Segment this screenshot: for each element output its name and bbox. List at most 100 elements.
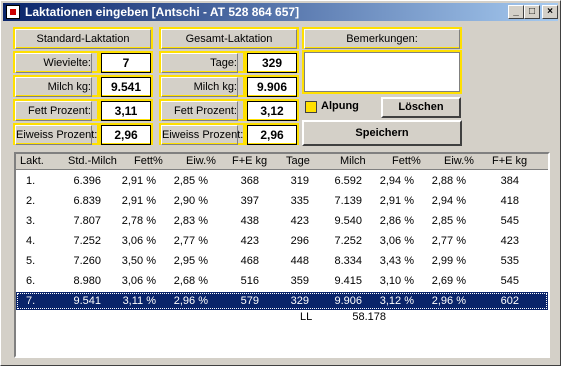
table-cell: 2,69 % [431, 275, 466, 287]
std-eiweiss-field[interactable]: 2,96 [99, 123, 153, 145]
table-cell: 545 [500, 215, 519, 227]
table-row[interactable]: 5. 7.260 3,50 % 2,95 % 468 448 8.334 3,43 % 2,99… [16, 252, 548, 270]
table-cell: 7. [26, 295, 36, 307]
table-row[interactable]: 4. 7.252 3,06 % 2,77 % 423 296 7.252 3,06 % 2,77… [16, 232, 548, 250]
column-header[interactable]: F+E kg [232, 154, 267, 169]
bemerkungen-header: Bemerkungen: [302, 27, 462, 49]
table-cell: 7.807 [73, 215, 101, 227]
std-eiweiss-label: Eiweiss Prozent: [13, 123, 99, 145]
summary-label: LL [300, 311, 313, 323]
ges-fett-field[interactable]: 3,12 [245, 99, 299, 121]
table-cell: 2,86 % [379, 215, 414, 227]
close-button[interactable]: × [542, 5, 558, 19]
table-row[interactable]: 6. 8.980 3,06 % 2,68 % 516 359 9.415 3,10 % 2,69… [16, 272, 548, 290]
table-cell: 9.415 [334, 275, 362, 287]
standard-laktation-header: Standard-Laktation [13, 27, 153, 49]
table-cell: 3,43 % [379, 255, 414, 267]
column-header[interactable]: Fett% [392, 154, 421, 169]
speichern-button[interactable]: Speichern [302, 120, 462, 146]
std-milch-field[interactable]: 9.541 [99, 75, 153, 97]
column-header[interactable]: Tage [286, 154, 310, 169]
minimize-button[interactable]: _ [508, 5, 524, 19]
table-cell: 438 [240, 215, 259, 227]
table-cell: 319 [290, 175, 309, 187]
ges-milch-label: Milch kg: [159, 75, 245, 97]
table-cell: 2,96 % [173, 295, 208, 307]
column-header[interactable]: Eiw.% [186, 154, 216, 169]
table-cell: 3,50 % [121, 255, 156, 267]
std-fett-field[interactable]: 3,11 [99, 99, 153, 121]
table-cell: 448 [290, 255, 309, 267]
table-cell: 2,94 % [379, 175, 414, 187]
table-cell: 6.592 [334, 175, 362, 187]
column-header[interactable]: Std.-Milch [68, 154, 117, 169]
table-row[interactable]: 3. 7.807 2,78 % 2,83 % 438 423 9.540 2,86 % 2,85… [16, 212, 548, 230]
table-cell: 423 [500, 235, 519, 247]
ges-fett-label: Fett Prozent: [159, 99, 245, 121]
summary-value: 58.178 [352, 311, 386, 323]
table-cell: 2,91 % [121, 195, 156, 207]
table-cell: 579 [240, 295, 259, 307]
table-cell: 9.540 [334, 215, 362, 227]
table-cell: 3,12 % [379, 295, 414, 307]
ges-milch-field[interactable]: 9.906 [245, 75, 299, 97]
alpung-checkbox[interactable] [305, 101, 317, 113]
table-cell: 397 [240, 195, 259, 207]
table-cell: 2,91 % [379, 195, 414, 207]
table-cell: 368 [240, 175, 259, 187]
table-cell: 2,85 % [173, 175, 208, 187]
table-cell: 384 [500, 175, 519, 187]
table-cell: 7.252 [334, 235, 362, 247]
table-cell: 3. [26, 215, 36, 227]
wievielte-label: Wievielte: [13, 51, 99, 73]
table-cell: 6. [26, 275, 36, 287]
table-cell: 3,06 % [379, 235, 414, 247]
maximize-button[interactable]: □ [524, 5, 540, 19]
table-cell: 423 [290, 215, 309, 227]
table-cell: 602 [500, 295, 519, 307]
table-cell: 8.334 [334, 255, 362, 267]
table-cell: 2,77 % [173, 235, 208, 247]
table-header: Lakt. Std.-Milch Fett% Eiw.% F+E kg Tage Milch… [16, 154, 548, 170]
table-cell: 535 [500, 255, 519, 267]
table-cell: 2,77 % [431, 235, 466, 247]
table-row[interactable]: 1. 6.396 2,91 % 2,85 % 368 319 6.592 2,94 % 2,88… [16, 172, 548, 190]
bemerkungen-memo [302, 50, 462, 94]
table-cell: 2,68 % [173, 275, 208, 287]
column-header[interactable]: F+E kg [492, 154, 527, 169]
table-cell: 9.541 [73, 295, 101, 307]
wievielte-field[interactable]: 7 [99, 51, 153, 73]
table-cell: 6.839 [73, 195, 101, 207]
laktationen-table[interactable]: Lakt. Std.-Milch Fett% Eiw.% F+E kg Tage Milch… [14, 152, 550, 358]
table-cell: 3,06 % [121, 235, 156, 247]
table-cell: 9.906 [334, 295, 362, 307]
table-cell: 359 [290, 275, 309, 287]
std-milch-label: Milch kg: [13, 75, 99, 97]
selected-table-row[interactable]: 7. 9.541 3,11 % 2,96 % 579 329 9.906 3,12 % 2,96… [16, 292, 548, 310]
column-header[interactable]: Milch [340, 154, 366, 169]
column-header[interactable]: Lakt. [20, 154, 44, 169]
table-cell: 2,99 % [431, 255, 466, 267]
tage-field[interactable]: 329 [245, 51, 299, 73]
app-icon [6, 5, 20, 19]
table-row[interactable]: 2. 6.839 2,91 % 2,90 % 397 335 7.139 2,91 % 2,94… [16, 192, 548, 210]
window-title: Laktationen eingeben [Antschi - AT 528 8… [25, 5, 300, 19]
table-cell: 545 [500, 275, 519, 287]
table-cell: 7.252 [73, 235, 101, 247]
table-cell: 2,90 % [173, 195, 208, 207]
ges-eiweiss-field[interactable]: 2,96 [245, 123, 299, 145]
tage-label: Tage: [159, 51, 245, 73]
table-cell: 2,85 % [431, 215, 466, 227]
table-cell: 5. [26, 255, 36, 267]
column-header[interactable]: Fett% [134, 154, 163, 169]
column-header[interactable]: Eiw.% [444, 154, 474, 169]
table-cell: 2,88 % [431, 175, 466, 187]
table-cell: 2,94 % [431, 195, 466, 207]
title-bar[interactable]: Laktationen eingeben [Antschi - AT 528 8… [3, 3, 558, 21]
bemerkungen-input[interactable] [304, 52, 460, 92]
table-cell: 7.260 [73, 255, 101, 267]
table-cell: 2,78 % [121, 215, 156, 227]
table-cell: 2. [26, 195, 36, 207]
table-cell: 2,95 % [173, 255, 208, 267]
loeschen-button[interactable]: Löschen [381, 97, 461, 118]
